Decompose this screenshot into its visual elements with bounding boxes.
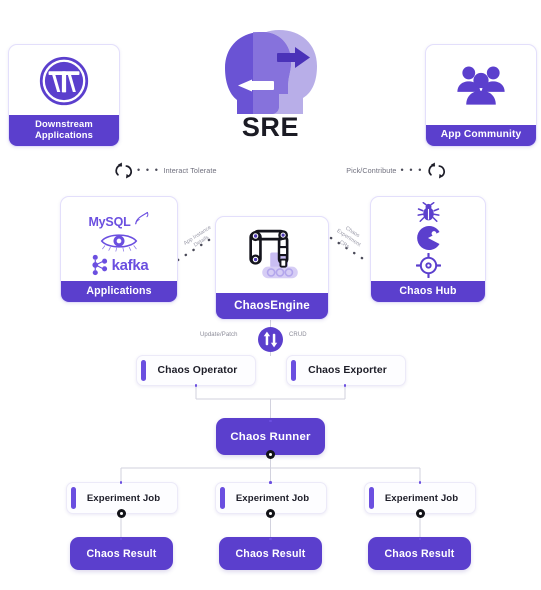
robotic-arm-conveyor-icon (249, 229, 298, 279)
experiment-job-2-label: Experiment Job (235, 492, 310, 504)
interact-tolerate-dots: • • • (137, 165, 160, 175)
experiment-job-1-top-dot (119, 481, 123, 484)
chaos-result-2-label: Chaos Result (235, 547, 306, 560)
kafka-mark-icon (91, 255, 107, 276)
experiment-job-2-connector (266, 509, 275, 518)
experiment-job-3-connector (415, 509, 425, 518)
user-group-icon (457, 66, 505, 105)
crosshair-target-icon (415, 252, 441, 278)
exporter-line-dot (343, 384, 347, 387)
mysql-logo-icon: MySQL (88, 205, 149, 229)
runner-top-dot (269, 419, 272, 423)
chaos-engine-icon-area (216, 217, 328, 293)
sync-arrows-badge (258, 327, 283, 352)
operator-line-dot (194, 384, 198, 387)
box-chaos-result-3[interactable]: Chaos Result (368, 537, 471, 570)
chaos-result-3-label: Chaos Result (384, 547, 455, 560)
refresh-cycle-icon-2 (428, 161, 445, 179)
chaos-operator-label: Chaos Operator (157, 365, 238, 376)
pacman-icon (417, 225, 440, 250)
mysql-dolphin-icon (134, 212, 148, 225)
experiment-job-1-connector (116, 509, 126, 518)
card-chaos-hub[interactable]: Chaos Hub (370, 196, 486, 303)
bug-icon (416, 201, 440, 222)
pick-contribute-dots: • • • (400, 165, 423, 175)
refresh-cycle-icon (115, 161, 132, 179)
architecture-diagram: Downstream Applications App Community SR… (0, 0, 541, 590)
pick-contribute-flow: Pick/Contribute • • • (302, 158, 447, 182)
chaos-exporter-label: Chaos Exporter (308, 365, 387, 376)
chaos-engine-label: ChaosEngine (216, 292, 328, 319)
chaos-hub-label: Chaos Hub (371, 280, 485, 302)
applications-label: Applications (61, 280, 177, 302)
box-chaos-exporter[interactable]: Chaos Exporter (286, 355, 406, 386)
openebs-eye-icon (100, 234, 138, 253)
chaos-runner-label: Chaos Runner (230, 430, 311, 443)
chaos-hub-icon-area (371, 197, 485, 281)
runner-bottom-connector (266, 450, 275, 459)
pick-contribute-label: Pick/Contribute (346, 165, 397, 175)
crud-label: CRUD (289, 332, 307, 338)
experiment-job-1-label: Experiment Job (86, 492, 161, 504)
experiment-job-3-top-dot (418, 481, 422, 484)
box-chaos-operator[interactable]: Chaos Operator (136, 355, 256, 386)
mysql-text: MySQL (88, 215, 131, 230)
kafka-logo-icon: kafka (90, 253, 149, 277)
downstream-applications-icon-area (9, 45, 119, 115)
chaos-result-1-label: Chaos Result (86, 547, 157, 560)
kafka-text: kafka (111, 256, 149, 274)
box-chaos-result-2[interactable]: Chaos Result (219, 537, 322, 570)
wordpress-logo-icon (39, 57, 89, 106)
applications-icon-area: MySQL kafka (61, 197, 177, 281)
experiment-job-2-top-dot (269, 481, 272, 484)
chaos-result-2-top-dot (269, 537, 272, 541)
sre-title: SRE (241, 112, 300, 142)
experiment-job-3-label: Experiment Job (384, 492, 459, 504)
up-down-arrows-icon (258, 327, 283, 352)
card-applications[interactable]: MySQL kafka Applications (60, 196, 178, 303)
update-patch-label: Update/Patch (200, 332, 238, 338)
box-chaos-result-1[interactable]: Chaos Result (70, 537, 173, 570)
card-chaos-engine[interactable]: ChaosEngine (215, 216, 329, 320)
interact-tolerate-label: Interact Tolerate (163, 165, 217, 175)
interact-tolerate-flow: • • • Interact Tolerate (114, 158, 254, 182)
sre-heads-icon (217, 26, 324, 118)
